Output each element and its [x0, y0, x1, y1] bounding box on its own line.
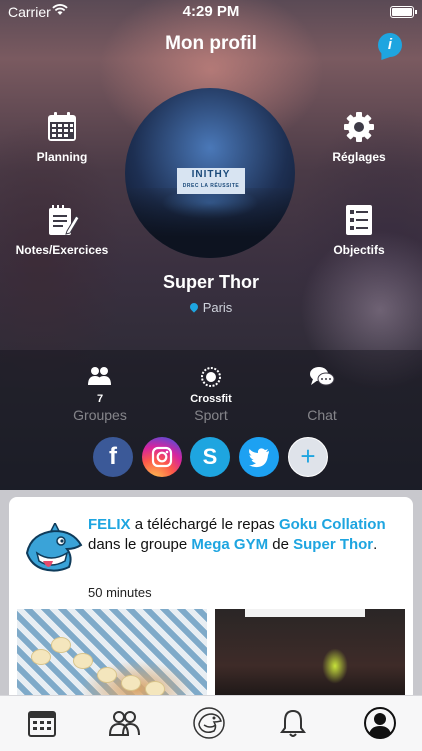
feed-activity-text: FELIX a téléchargé le repas Goku Collati…: [88, 515, 408, 555]
banana-slice: [51, 637, 71, 653]
stat-chat[interactable]: Chat: [262, 365, 382, 423]
banana-slice: [73, 653, 93, 669]
gym-light: [245, 609, 365, 617]
city-label: Paris: [202, 300, 233, 315]
checklist-icon: [346, 205, 372, 235]
settings-label: Réglages: [332, 150, 386, 164]
status-bar: Carrier 4:29 PM: [0, 0, 422, 22]
stat-sport-label: Sport: [194, 407, 228, 423]
gear-icon: [344, 112, 374, 142]
battery-icon: [390, 6, 417, 18]
stat-groups-value: 7: [96, 393, 104, 405]
shark-mascot-icon: [25, 523, 83, 572]
skype-icon: S: [202, 444, 218, 469]
stat-sport-value: Crossfit: [190, 393, 232, 405]
location-pin-icon: [188, 301, 200, 313]
facebook-button[interactable]: f: [93, 437, 133, 477]
notes-label: Notes/Exercices: [15, 243, 109, 257]
feed-user-link[interactable]: FELIX: [88, 516, 131, 533]
bell-icon[interactable]: [276, 706, 310, 740]
twitter-bird-icon: [249, 448, 269, 468]
goals-button[interactable]: Objectifs: [304, 203, 414, 257]
sport-icon: [201, 367, 221, 387]
clock: 4:29 PM: [182, 3, 240, 20]
settings-button[interactable]: Réglages: [304, 110, 414, 164]
info-icon[interactable]: i: [378, 33, 402, 57]
feed-meal-link[interactable]: Goku Collation: [279, 516, 386, 533]
stat-chat-value: [262, 393, 382, 407]
planning-label: Planning: [36, 150, 88, 164]
social-links: f S +: [0, 437, 422, 479]
instagram-button[interactable]: [142, 437, 182, 477]
banana-slice: [121, 675, 141, 691]
avatar-sign: INITHY DREC LA RÉUSSITE: [177, 168, 245, 194]
stat-groups-label: Groupes: [73, 407, 127, 423]
instagram-icon: [151, 446, 173, 468]
feed-of: de: [272, 536, 289, 553]
stat-groups[interactable]: 7 Groupes: [40, 365, 160, 423]
athlete: [315, 634, 355, 694]
feed-in-group: dans le groupe: [88, 536, 188, 553]
plus-icon: +: [300, 441, 316, 471]
chat-icon: [310, 367, 335, 386]
planning-button[interactable]: Planning: [7, 110, 117, 164]
profile-name: Super Thor: [162, 272, 259, 292]
calendar-icon: [48, 112, 76, 141]
banana-slice: [31, 649, 51, 665]
feed-group-link[interactable]: Mega GYM: [191, 536, 268, 553]
stat-chat-label: Chat: [307, 407, 337, 423]
meal-photo[interactable]: [17, 609, 207, 702]
profile-icon[interactable]: [363, 706, 397, 740]
banana-slice: [97, 667, 117, 683]
avatar-sign-subtext: DREC LA RÉUSSITE: [182, 183, 240, 189]
calendar-icon[interactable]: [25, 706, 59, 740]
stat-sport[interactable]: Crossfit Sport: [151, 365, 271, 423]
feed-action: a téléchargé le repas: [134, 516, 275, 533]
notes-icon: [49, 205, 79, 235]
avatar-sign-text: INITHY: [191, 169, 231, 180]
groups-icon[interactable]: [108, 706, 142, 740]
skype-button[interactable]: S: [190, 437, 230, 477]
notes-button[interactable]: Notes/Exercices: [7, 203, 117, 257]
feed-end: .: [373, 536, 378, 553]
avatar-crowd: [125, 188, 295, 258]
groups-icon: [88, 367, 111, 385]
feed-owner-link[interactable]: Super Thor: [293, 536, 373, 553]
goals-label: Objectifs: [333, 243, 385, 257]
feed-timestamp: 50 minutes: [88, 585, 152, 600]
team-logo-icon[interactable]: [192, 706, 226, 740]
profile-location: Paris: [0, 300, 422, 315]
twitter-button[interactable]: [239, 437, 279, 477]
facebook-icon: f: [109, 443, 117, 470]
page-title: Mon profil: [165, 33, 257, 54]
workout-photo[interactable]: [215, 609, 405, 702]
profile-avatar[interactable]: INITHY DREC LA RÉUSSITE: [125, 88, 295, 258]
feed-card[interactable]: FELIX a téléchargé le repas Goku Collati…: [9, 497, 413, 702]
tab-bar: [0, 695, 422, 751]
add-social-button[interactable]: +: [288, 437, 328, 477]
